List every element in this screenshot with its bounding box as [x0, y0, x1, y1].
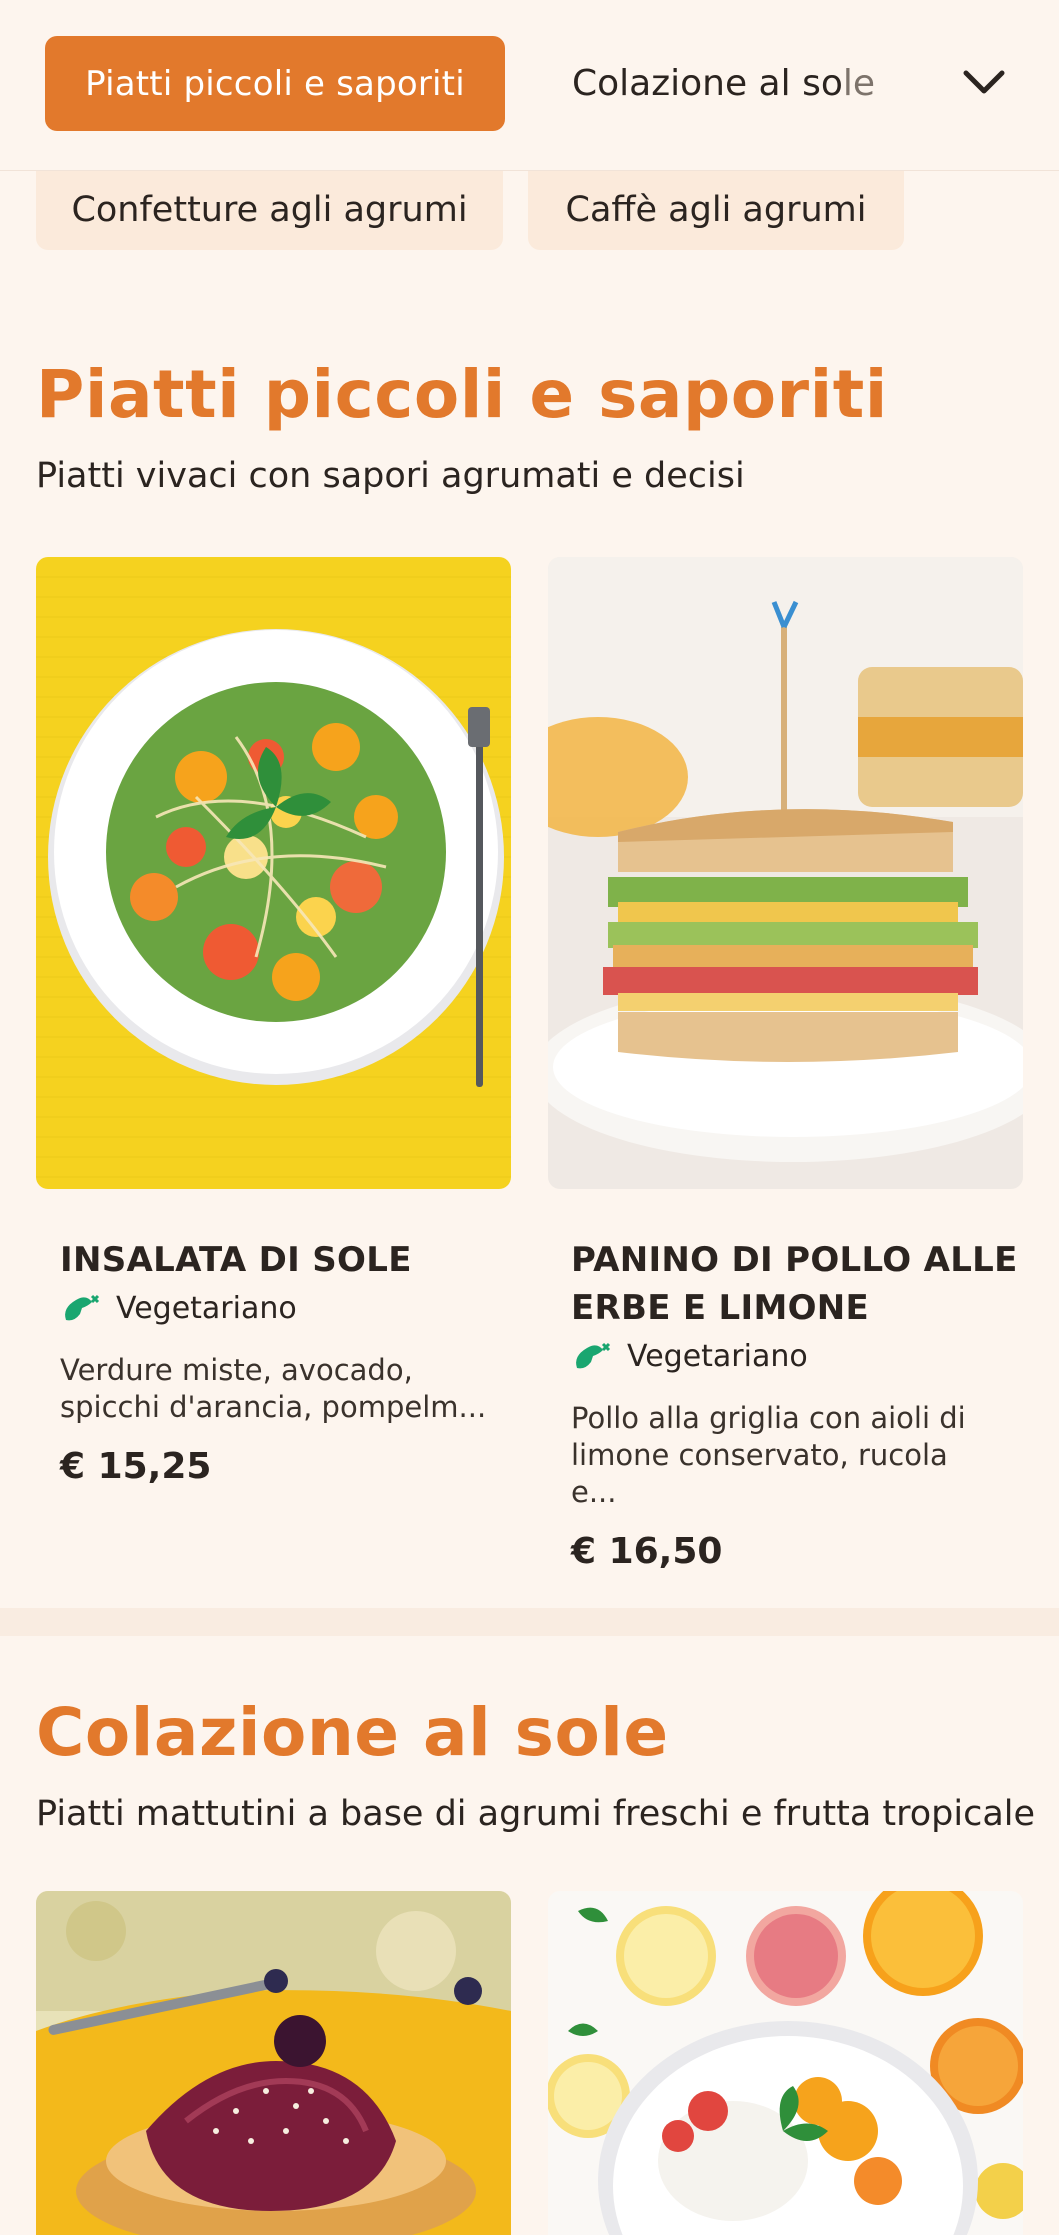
tab-colazione-al-sole[interactable]: Colazione al so le — [572, 36, 875, 131]
description-line: spicchi d'arancia, pompelm... — [60, 1390, 487, 1424]
chevron-down-icon[interactable] — [958, 56, 1010, 108]
tab-piatti-piccoli[interactable]: Piatti piccoli e saporiti — [45, 36, 505, 131]
item-name: PANINO DI POLLO ALLE ERBE E LIMONE — [571, 1236, 1018, 1332]
subcategory-chips: Confetture agli agrumi Caffè agli agrumi — [0, 170, 1059, 252]
item-name-line: PANINO DI POLLO ALLE — [571, 1240, 1018, 1280]
section-subtitle: Piatti mattutini a base di agrumi fresch… — [36, 1794, 1036, 1834]
description-line: limone conservato, rucola e... — [571, 1438, 948, 1509]
vegetarian-badge: Vegetariano — [60, 1290, 490, 1326]
chicken-sandwich-photo[interactable] — [548, 557, 1023, 1189]
tab-colazione-label-fade: le — [842, 63, 875, 104]
category-nav: Piatti piccoli e saporiti Colazione al s… — [0, 0, 1059, 171]
vegetarian-icon — [65, 1294, 100, 1321]
section-title: Piatti piccoli e saporiti — [36, 356, 888, 433]
chip-caffe[interactable]: Caffè agli agrumi — [528, 170, 904, 250]
citrus-yogurt-bowl-photo[interactable] — [548, 1891, 1023, 2235]
item-name-line: ERBE E LIMONE — [571, 1288, 870, 1328]
chip-confetture[interactable]: Confetture agli agrumi — [36, 170, 503, 250]
description-line: Pollo alla griglia con aioli di — [571, 1401, 966, 1435]
section-subtitle: Piatti vivaci con sapori agrumati e deci… — [36, 456, 745, 496]
tab-colazione-label: Colazione al so — [572, 63, 843, 104]
menu-item-card[interactable]: PANINO DI POLLO ALLE ERBE E LIMONE Veget… — [571, 1236, 1018, 1572]
citrus-salad-photo[interactable] — [36, 557, 511, 1189]
badge-label: Vegetariano — [116, 1290, 297, 1326]
item-name: INSALATA DI SOLE — [60, 1240, 412, 1280]
section-title: Colazione al sole — [36, 1694, 669, 1771]
menu-item-card[interactable]: INSALATA DI SOLE Vegetariano Verdure mis… — [60, 1236, 490, 1487]
badge-label: Vegetariano — [627, 1338, 808, 1374]
item-description: Verdure miste, avocado, spicchi d'aranci… — [60, 1352, 490, 1426]
vegetarian-badge: Vegetariano — [571, 1338, 1018, 1374]
item-description: Pollo alla griglia con aioli di limone c… — [571, 1400, 1001, 1511]
vegetarian-icon — [576, 1342, 611, 1369]
section-divider — [0, 1608, 1059, 1636]
pancakes-berry-photo[interactable] — [36, 1891, 511, 2235]
item-price: € 16,50 — [571, 1531, 723, 1572]
item-price: € 15,25 — [60, 1446, 212, 1487]
description-line: Verdure miste, avocado, — [60, 1353, 413, 1387]
